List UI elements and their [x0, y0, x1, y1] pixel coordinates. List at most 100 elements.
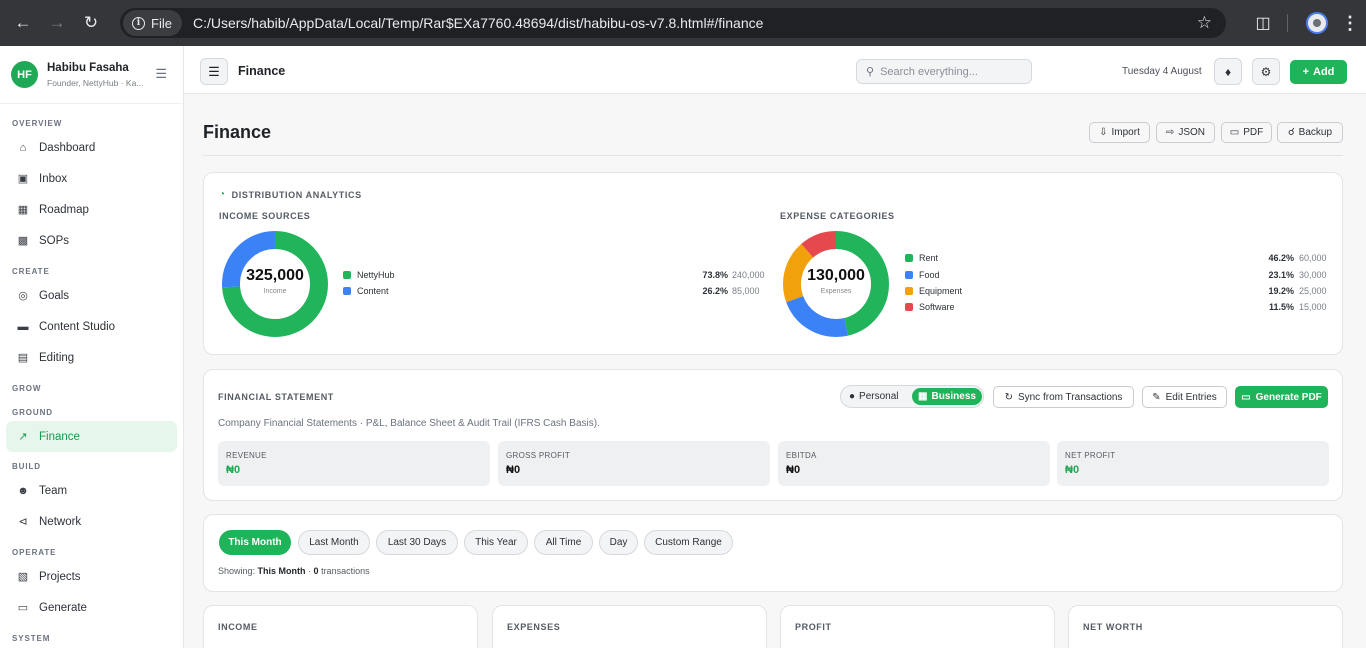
sidebar-item-label: Roadmap [39, 203, 89, 216]
gear-icon[interactable]: ⚙ [1252, 58, 1280, 85]
legend-item: NettyHub [343, 270, 395, 280]
sidebar-item-inbox[interactable]: ▣ Inbox [6, 163, 177, 194]
url-text[interactable]: C:/Users/habib/AppData/Local/Temp/Rar$EX… [193, 15, 763, 31]
personal-toggle-label: Personal [859, 391, 899, 402]
sidebar-item-editing[interactable]: ▤ Editing [6, 342, 177, 373]
briefcase-icon: ▧ [17, 571, 29, 583]
header-divider [203, 155, 1343, 156]
business-toggle[interactable]: ▦ Business [912, 388, 982, 405]
showing-period: This Month [257, 566, 306, 576]
expense-total-label: Expenses [820, 288, 852, 295]
bookmark-star-icon[interactable]: ☆ [1197, 13, 1212, 33]
profile-avatar-icon[interactable] [1306, 12, 1328, 34]
user-profile[interactable]: HF Habibu Fasaha Founder, NettyHub · Ka.… [0, 46, 183, 104]
sidebar-item-network[interactable]: ⊲ Network [6, 506, 177, 537]
pie-chart-icon: ◔ [219, 189, 226, 200]
sidebar-item-sops[interactable]: ▩ SOPs [6, 225, 177, 256]
showing-separator: · [305, 566, 314, 576]
user-role: Founder, NettyHub · Ka... [47, 77, 144, 88]
back-icon[interactable]: ← [8, 8, 38, 38]
sidebar-item-label: Goals [39, 289, 70, 302]
map-icon: ▦ [17, 204, 29, 216]
scope-toggle[interactable]: ● Personal ▦ Business [840, 385, 984, 408]
legend-value: 30,000 [1299, 270, 1327, 280]
sidebar-item-generate[interactable]: ▭ Generate [6, 592, 177, 623]
filter-this-month[interactable]: This Month [219, 530, 291, 555]
user-name: Habibu Fasaha [47, 61, 129, 74]
legend-item: Food [905, 270, 940, 280]
sidebar-item-content-studio[interactable]: ▬ Content Studio [6, 311, 177, 342]
forward-icon[interactable]: → [42, 8, 72, 38]
sync-transactions-button[interactable]: ↻ Sync from Transactions [993, 386, 1134, 408]
business-toggle-label: Business [931, 391, 976, 402]
import-icon: ⇩ [1099, 127, 1108, 138]
add-button-label: Add [1313, 66, 1335, 78]
document-icon: ▭ [17, 602, 29, 614]
edit-label: Edit Entries [1165, 391, 1217, 403]
generate-pdf-button[interactable]: ▭ Generate PDF [1235, 386, 1328, 408]
sidebar-item-finance[interactable]: ↗ Finance [6, 421, 177, 452]
sidebar-menu-icon[interactable]: ☰ [155, 66, 167, 82]
address-bar[interactable]: i File C:/Users/habib/AppData/Local/Temp… [120, 8, 1226, 38]
sidebar-item-team[interactable]: ☻ Team [6, 475, 177, 506]
filter-all-time[interactable]: All Time [534, 530, 593, 555]
distribution-heading: ◔ DISTRIBUTION ANALYTICS [219, 189, 362, 200]
clipboard-icon: ▩ [17, 235, 29, 247]
browser-menu-icon[interactable]: ⋮ [1340, 13, 1360, 34]
menu-icon[interactable]: ☰ [200, 58, 228, 85]
sidebar-item-dashboard[interactable]: ⌂ Dashboard [6, 132, 177, 163]
expenses-card-label: EXPENSES [507, 622, 561, 632]
legend-label: Equipment [919, 286, 963, 296]
browser-chrome: ← → ↻ i File C:/Users/habib/AppData/Loca… [0, 0, 1366, 46]
import-label: Import [1111, 127, 1140, 138]
site-info-chip[interactable]: i File [123, 10, 182, 36]
search-placeholder: Search everything... [880, 65, 978, 78]
pdf-icon: ▭ [1229, 127, 1240, 138]
shield-icon: ☌ [1287, 127, 1295, 138]
edit-entries-button[interactable]: ✎ Edit Entries [1142, 386, 1227, 408]
legend-label: Software [919, 302, 955, 312]
target-icon: ◎ [18, 290, 28, 302]
filter-this-year[interactable]: This Year [464, 530, 528, 555]
income-total: 325,000 [246, 267, 304, 284]
expense-total: 130,000 [807, 267, 865, 284]
pdf-label: PDF [1243, 127, 1264, 138]
net-worth-card-label: NET WORTH [1083, 622, 1143, 632]
section-system: SYSTEM [12, 634, 51, 643]
pdf-export-button[interactable]: ▭ PDF [1221, 122, 1272, 143]
extensions-icon[interactable]: ◫ [1247, 13, 1279, 33]
sidebar-item-label: Finance [39, 430, 80, 443]
json-export-button[interactable]: ⇨ JSON [1156, 122, 1215, 143]
pdf-file-icon: ▭ [1241, 391, 1251, 403]
legend-percent: 11.5% [1268, 302, 1294, 312]
filter-day[interactable]: Day [599, 530, 638, 555]
personal-toggle[interactable]: ● Personal [849, 391, 899, 402]
import-button[interactable]: ⇩ Import [1089, 122, 1150, 143]
filter-custom-range[interactable]: Custom Range [644, 530, 733, 555]
search-input[interactable]: ⚲ Search everything... [856, 59, 1032, 84]
users-icon: ☻ [17, 484, 29, 497]
sidebar-item-projects[interactable]: ▧ Projects [6, 561, 177, 592]
filter-last-30-days[interactable]: Last 30 Days [376, 530, 458, 555]
legend-value: 240,000 [732, 270, 765, 280]
sidebar-item-roadmap[interactable]: ▦ Roadmap [6, 194, 177, 225]
backup-button[interactable]: ☌ Backup [1277, 122, 1343, 143]
kpi-revenue: REVENUE ₦0 [218, 441, 490, 486]
add-button[interactable]: + Add [1290, 60, 1347, 84]
kpi-value: ₦0 [506, 464, 521, 476]
income-total-label: Income [263, 288, 287, 295]
sidebar-item-goals[interactable]: ◎ Goals [6, 280, 177, 311]
filter-last-month[interactable]: Last Month [298, 530, 370, 555]
bell-icon[interactable]: ♦ [1214, 58, 1242, 85]
reload-icon[interactable]: ↻ [76, 8, 106, 38]
film-icon: ▤ [17, 352, 29, 364]
kpi-label: GROSS PROFIT [506, 451, 571, 460]
current-date: Tuesday 4 August [1122, 66, 1202, 77]
expense-donut-center: 130,000 Expenses [796, 267, 876, 295]
legend-label: Content [357, 286, 389, 296]
browser-actions: ◫ ⋮ [1247, 8, 1366, 38]
avatar: HF [11, 61, 38, 88]
top-bar: ☰ Finance ⚲ Search everything... Tuesday… [184, 46, 1366, 94]
home-icon: ⌂ [19, 141, 27, 154]
legend-item: Equipment [905, 286, 962, 296]
